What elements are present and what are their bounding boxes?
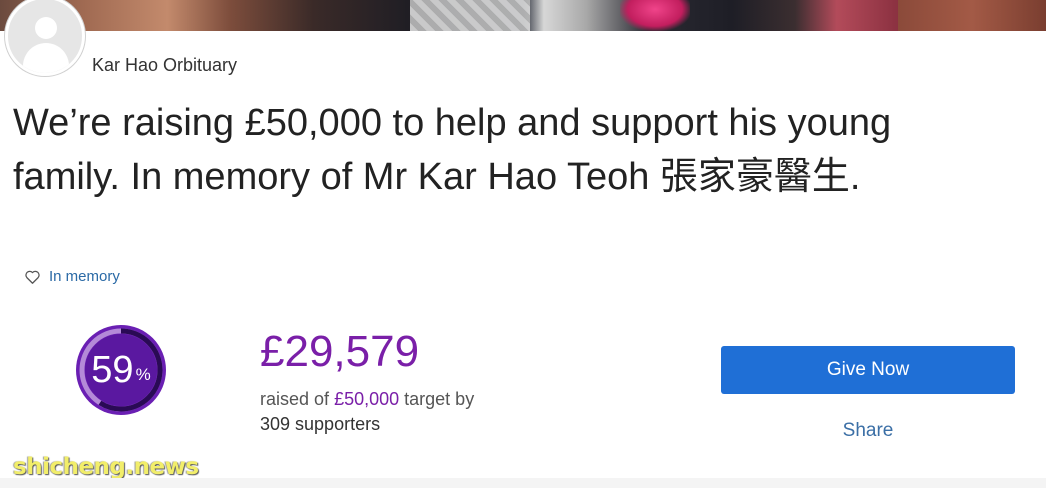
supporters-count[interactable]: 309 supporters bbox=[260, 414, 380, 435]
page-owner-name[interactable]: Kar Hao Orbituary bbox=[92, 55, 237, 76]
heart-icon bbox=[25, 270, 40, 284]
category-tag-label: In memory bbox=[49, 268, 120, 285]
raised-prefix: raised of bbox=[260, 389, 330, 409]
amount-raised: £29,579 bbox=[260, 327, 420, 376]
cover-photo bbox=[0, 0, 1046, 31]
cover-photo-background bbox=[898, 0, 1046, 31]
percent-symbol: % bbox=[135, 365, 151, 384]
page-title: We’re raising £50,000 to help and suppor… bbox=[13, 102, 892, 198]
raised-summary: raised of £50,000 target by bbox=[260, 389, 474, 410]
progress-number: 59 bbox=[91, 349, 134, 391]
avatar[interactable] bbox=[5, 0, 85, 76]
avatar-head-icon bbox=[35, 17, 57, 39]
bottom-divider bbox=[0, 478, 1046, 488]
cover-photo-detail bbox=[410, 0, 530, 31]
target-amount: £50,000 bbox=[334, 389, 400, 409]
target-suffix: target by bbox=[404, 389, 475, 409]
progress-percentage: 59 % bbox=[74, 323, 168, 417]
watermark: shicheng.news bbox=[13, 454, 199, 480]
cover-photo-flower bbox=[620, 0, 690, 31]
category-tag[interactable]: In memory bbox=[25, 268, 120, 285]
give-now-button[interactable]: Give Now bbox=[721, 346, 1015, 394]
share-link[interactable]: Share bbox=[721, 420, 1015, 442]
avatar-body-icon bbox=[23, 43, 69, 73]
